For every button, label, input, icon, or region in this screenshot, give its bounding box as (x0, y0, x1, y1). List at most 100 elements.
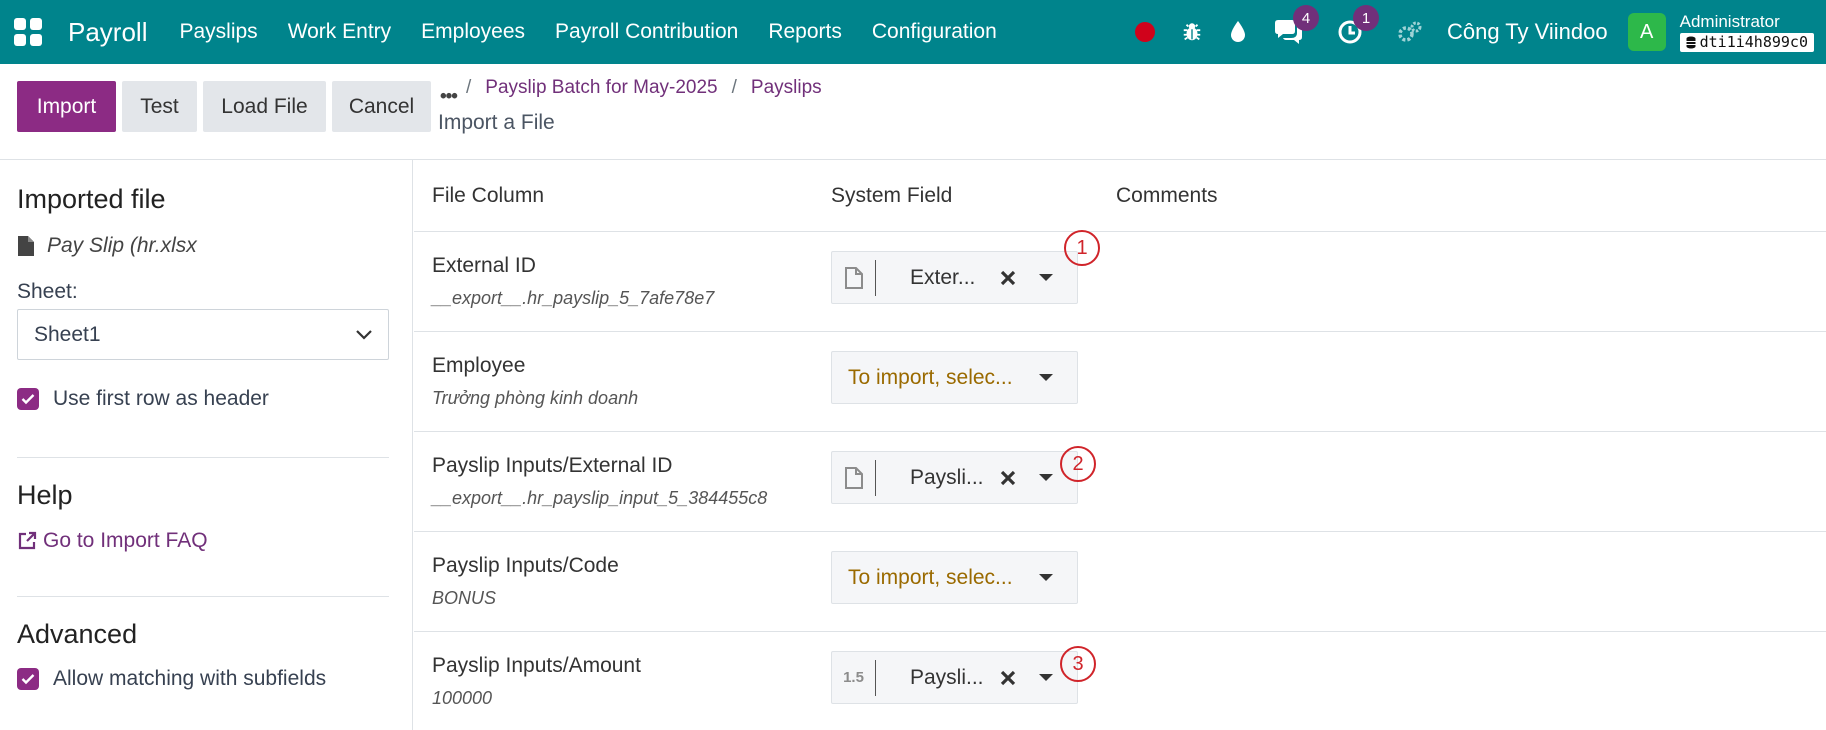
file-column-sample: __export__.hr_payslip_5_7afe78e7 (432, 288, 715, 308)
breadcrumb-separator: / (731, 77, 737, 98)
breadcrumb-more-icon[interactable]: ••• (440, 86, 458, 108)
droplet-icon[interactable] (1229, 17, 1247, 47)
user-name: Administrator (1679, 11, 1780, 31)
table-row: Employee Trưởng phòng kinh doanh To impo… (414, 332, 1826, 432)
external-link-icon (18, 531, 37, 550)
clear-icon[interactable] (1000, 470, 1016, 486)
activities-badge: 1 (1352, 5, 1379, 31)
field-type-file-icon (832, 259, 876, 296)
field-type-float-icon: 1.5 (832, 659, 876, 696)
clear-icon[interactable] (1000, 670, 1016, 686)
system-field-value: Exter... (910, 265, 976, 289)
system-field-value: Paysli... (910, 665, 984, 689)
clear-icon[interactable] (1000, 270, 1016, 286)
file-column-name: Payslip Inputs/Amount (432, 654, 641, 677)
user-avatar[interactable]: A (1627, 13, 1666, 51)
file-column-sample: BONUS (432, 588, 497, 608)
caret-down-icon[interactable] (1039, 674, 1053, 681)
subfields-label: Allow matching with subfields (53, 667, 327, 690)
first-row-header-label: Use first row as header (53, 387, 269, 410)
first-row-header-checkbox[interactable] (17, 388, 39, 410)
annotation-marker: 2 (1060, 446, 1096, 482)
chevron-down-icon (356, 329, 372, 340)
table-header: File Column System Field Comments (414, 160, 1826, 232)
subfields-option[interactable]: Allow matching with subfields (17, 667, 326, 691)
control-panel: Import Test Load File Cancel ••• / Paysl… (0, 64, 1826, 160)
database-name: dti1i4h899c0 (1699, 32, 1808, 51)
system-field-placeholder: To import, selec... (848, 365, 1013, 389)
import-options-panel: Imported file Pay Slip (hr.xlsx Sheet: S… (0, 160, 413, 730)
apps-menu-icon[interactable] (14, 18, 42, 46)
imported-file-heading: Imported file (17, 184, 166, 214)
file-column-sample: 100000 (432, 688, 493, 708)
checkmark-icon (21, 674, 35, 685)
imported-file-name: Pay Slip (hr.xlsx (47, 234, 197, 257)
menu-configuration[interactable]: Configuration (872, 20, 997, 44)
record-icon[interactable] (1134, 17, 1155, 47)
bug-icon[interactable] (1181, 17, 1203, 47)
divider (17, 596, 389, 597)
first-row-header-option[interactable]: Use first row as header (17, 387, 269, 411)
file-column-name: Payslip Inputs/External ID (432, 454, 673, 477)
file-column-name: Payslip Inputs/Code (432, 554, 619, 577)
messages-icon[interactable]: 4 (1273, 5, 1319, 47)
header-comments: Comments (1116, 184, 1218, 207)
company-settings-icon[interactable] (1397, 17, 1423, 47)
checkmark-icon (21, 394, 35, 405)
cancel-button[interactable]: Cancel (332, 81, 431, 132)
system-field-select[interactable]: To import, selec... (831, 351, 1078, 404)
file-column-sample: Trưởng phòng kinh doanh (432, 388, 639, 408)
field-type-file-icon (832, 459, 876, 496)
field-mapping-table: File Column System Field Comments Extern… (414, 160, 1826, 730)
sheet-select[interactable]: Sheet1 (17, 309, 389, 360)
file-icon (18, 236, 34, 256)
breadcrumb-payslips[interactable]: Payslips (751, 77, 822, 99)
messages-badge: 4 (1292, 5, 1319, 31)
menu-payroll-contribution[interactable]: Payroll Contribution (555, 20, 738, 44)
caret-down-icon[interactable] (1039, 474, 1053, 481)
table-row: Payslip Inputs/Code BONUS To import, sel… (414, 532, 1826, 632)
header-system-field: System Field (831, 184, 953, 207)
system-field-select[interactable]: 1.5 Paysli... (831, 651, 1078, 704)
breadcrumb-payslip-batch[interactable]: Payslip Batch for May-2025 (485, 77, 717, 99)
file-column-name: External ID (432, 254, 536, 277)
import-button[interactable]: Import (17, 81, 116, 132)
company-switcher[interactable]: Công Ty Viindoo (1447, 19, 1608, 45)
help-heading: Help (17, 480, 73, 510)
menu-employees[interactable]: Employees (421, 20, 525, 44)
breadcrumb: / Payslip Batch for May-2025 / Payslips (466, 77, 822, 99)
import-faq-link[interactable]: Go to Import FAQ (17, 529, 208, 553)
system-field-placeholder: To import, selec... (848, 565, 1013, 589)
caret-down-icon[interactable] (1039, 574, 1053, 581)
system-field-select[interactable]: Exter... (831, 251, 1078, 304)
activity-clock-icon[interactable]: 1 (1337, 5, 1379, 47)
caret-down-icon[interactable] (1039, 274, 1053, 281)
header-file-column: File Column (432, 184, 545, 207)
user-menu[interactable]: Administrator dti1i4h899c0 (1679, 11, 1814, 52)
menu-reports[interactable]: Reports (768, 20, 842, 44)
annotation-marker: 1 (1064, 230, 1100, 266)
advanced-heading: Advanced (17, 619, 138, 649)
app-brand[interactable]: Payroll (68, 17, 147, 48)
table-row: Payslip Inputs/Amount 100000 1.5 Paysli.… (414, 632, 1826, 730)
system-field-value: Paysli... (910, 465, 984, 489)
annotation-marker: 3 (1060, 646, 1096, 682)
sheet-select-value: Sheet1 (34, 322, 101, 346)
menu-payslips[interactable]: Payslips (179, 20, 257, 44)
navbar-systray: 4 1 Công Ty Viindoo A Administrator dti1… (1109, 0, 1814, 64)
breadcrumb-separator: / (466, 77, 472, 98)
menu-work-entry[interactable]: Work Entry (288, 20, 391, 44)
file-column-sample: __export__.hr_payslip_input_5_384455c8 (432, 488, 768, 508)
system-field-select[interactable]: Paysli... (831, 451, 1078, 504)
file-column-name: Employee (432, 354, 526, 377)
divider (17, 457, 389, 458)
page-title: Import a File (438, 111, 555, 134)
sheet-label: Sheet: (17, 280, 78, 303)
test-button[interactable]: Test (122, 81, 197, 132)
subfields-checkbox[interactable] (17, 668, 39, 690)
table-row: External ID __export__.hr_payslip_5_7afe… (414, 230, 1826, 332)
load-file-button[interactable]: Load File (203, 81, 326, 132)
system-field-select[interactable]: To import, selec... (831, 551, 1078, 604)
caret-down-icon[interactable] (1039, 374, 1053, 381)
table-row: Payslip Inputs/External ID __export__.hr… (414, 432, 1826, 532)
